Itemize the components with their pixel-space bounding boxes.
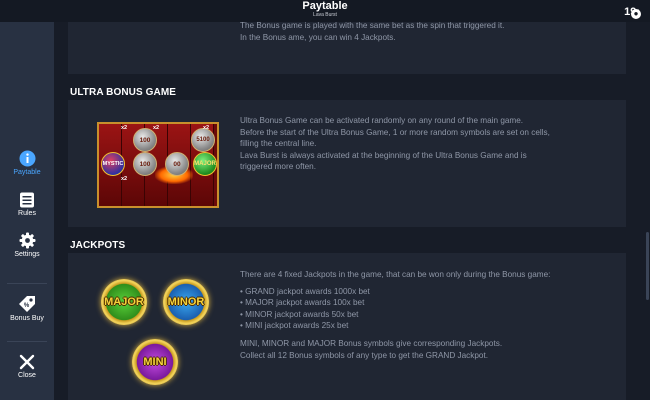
section-heading-jackpots: JACKPOTS <box>70 240 126 251</box>
mystic-symbol: MYSTIC <box>101 152 125 176</box>
close-icon <box>19 354 35 370</box>
multiplier: x2 <box>203 125 210 131</box>
mini-jackpot-coin: MINI <box>132 339 178 385</box>
coin-symbol: 100 <box>133 152 157 176</box>
game-name: Lava Burst <box>313 12 337 18</box>
minor-jackpot-coin: MINOR <box>163 279 209 325</box>
sidebar-item-close[interactable]: Close <box>0 354 54 379</box>
sidebar-divider <box>7 341 47 342</box>
top-bar: Paytable Lava Burst 19: ● <box>0 0 650 22</box>
section-heading-ultra-bonus: ULTRA BONUS GAME <box>70 87 177 98</box>
multiplier: x2 <box>153 125 160 131</box>
page-title: Paytable <box>302 0 348 12</box>
gear-icon <box>19 232 35 249</box>
sidebar-item-label: Settings <box>14 251 40 258</box>
sidebar-item-label: Rules <box>18 210 36 217</box>
coin-symbol: 00 <box>165 152 189 176</box>
jackpots-panel: MAJOR MINOR MINI There are 4 fixed Jackp… <box>68 253 626 400</box>
ultra-bonus-text: Ultra Bonus Game can be activated random… <box>240 116 550 172</box>
ultra-bonus-image: 100 5100 MYSTIC 100 00 MAJOR x2 x2 x2 x2 <box>97 122 219 208</box>
sidebar-item-label: Paytable <box>13 169 41 176</box>
sidebar: Paytable Rules Settings % Bonus Buy Clos… <box>0 0 54 400</box>
sidebar-divider <box>7 283 47 284</box>
bonus-game-text: The Bonus game is played with the same b… <box>240 21 505 42</box>
tag-icon: % <box>19 296 35 312</box>
sidebar-item-bonus-buy[interactable]: % Bonus Buy <box>0 295 54 322</box>
svg-text:%: % <box>24 303 30 309</box>
jackpots-text: There are 4 fixed Jackpots in the game, … <box>240 270 551 360</box>
major-symbol: MAJOR <box>193 152 217 176</box>
scrollbar[interactable] <box>646 232 649 300</box>
coin-symbol: 100 <box>133 128 157 152</box>
multiplier: x2 <box>121 176 128 182</box>
sidebar-item-label: Close <box>18 372 36 379</box>
sidebar-item-paytable[interactable]: Paytable <box>0 150 54 176</box>
list-icon <box>20 192 34 208</box>
coin-symbol: 5100 <box>191 128 215 152</box>
sidebar-item-label: Bonus Buy <box>10 315 44 322</box>
status-dot-icon: ● <box>631 9 641 19</box>
sidebar-item-rules[interactable]: Rules <box>0 192 54 217</box>
major-jackpot-coin: MAJOR <box>101 279 147 325</box>
sidebar-item-settings[interactable]: Settings <box>0 232 54 258</box>
ultra-bonus-panel: 100 5100 MYSTIC 100 00 MAJOR x2 x2 x2 x2… <box>68 100 626 227</box>
paytable-content[interactable]: The Bonus game is played with the same b… <box>54 0 650 400</box>
multiplier: x2 <box>121 125 128 131</box>
info-icon <box>19 150 35 167</box>
